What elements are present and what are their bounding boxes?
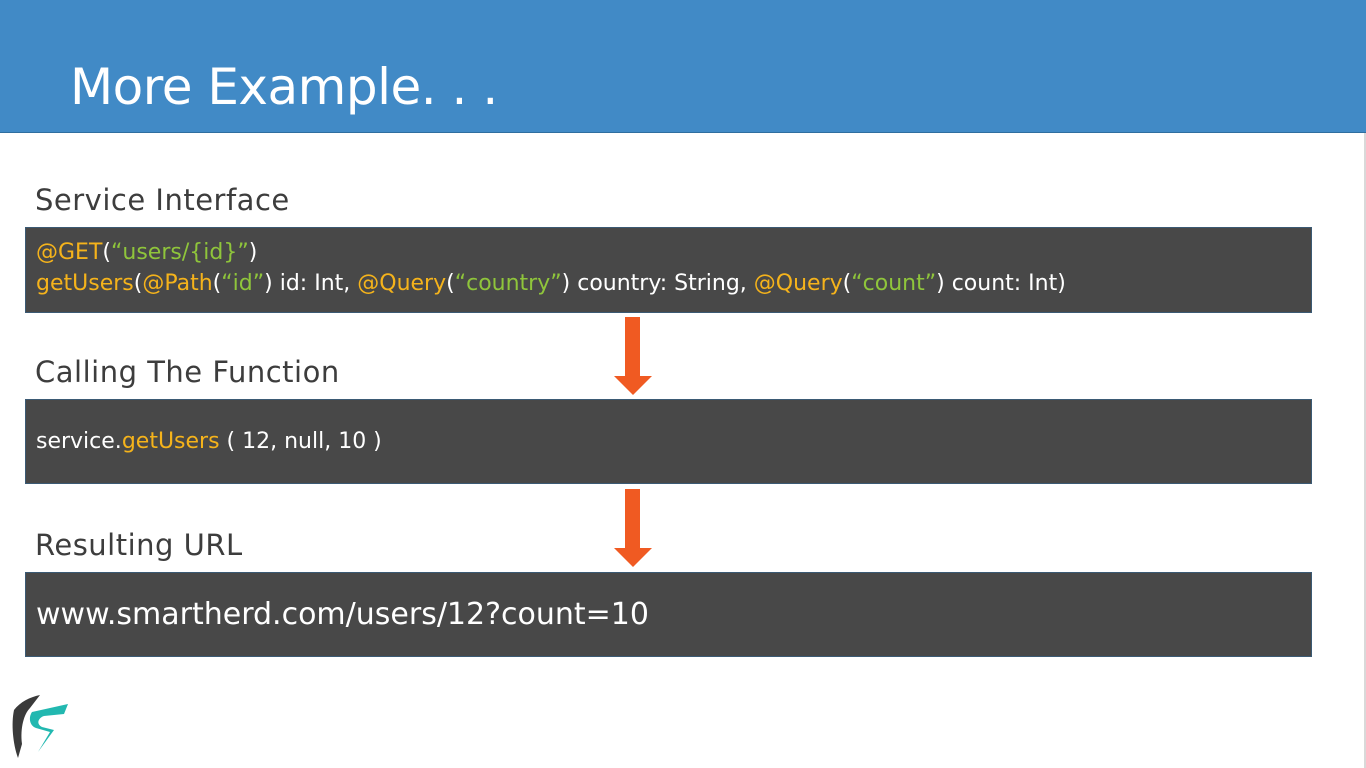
code-annotation-token: @Query [753,271,843,296]
code-string-token: “id” [221,271,265,296]
code-annotation-token: @Path [142,271,213,296]
code-annotation-token: @Query [357,271,447,296]
code-line-get-users-signature: getUsers(@Path(“id”) id: Int, @Query(“co… [36,273,1066,295]
service-interface-heading: Service Interface [35,183,290,217]
code-text-token: ( 12, null, 10 ) [219,429,382,454]
slide: More Example. . . Service Interface @GET… [0,0,1366,768]
arrow-down-icon [613,489,653,568]
slide-header: More Example. . . [0,0,1366,133]
resulting-url-heading: Resulting URL [35,528,243,562]
smartherd-logo-icon [10,694,72,762]
code-text-token: ) count: Int) [936,271,1066,296]
code-line-get-annotation: @GET(“users/{id}”) [36,242,257,264]
resulting-url-text: www.smartherd.com/users/12?count=10 [36,597,649,632]
code-annotation-token: getUsers [121,429,220,454]
code-string-token: “count” [851,271,937,296]
code-text-token: ( [842,271,852,296]
code-string-token: “users/{id}” [110,240,249,265]
code-text-token: service. [36,429,122,454]
slide-title: More Example. . . [70,58,498,116]
code-text-token: ( [446,271,455,296]
calling-function-heading: Calling The Function [35,355,340,389]
resulting-url-box: www.smartherd.com/users/12?count=10 [25,572,1312,657]
arrow-down-icon [613,317,653,396]
code-text-token: ) [248,240,258,265]
code-annotation-token: getUsers [36,271,134,296]
code-line-service-call: service.getUsers ( 12, null, 10 ) [36,431,382,453]
calling-function-code-box: service.getUsers ( 12, null, 10 ) [25,399,1312,484]
service-interface-code-box: @GET(“users/{id}”) getUsers(@Path(“id”) … [25,227,1312,313]
code-annotation-token: @GET [36,240,103,265]
code-text-token: ( [212,271,222,296]
code-text-token: ( [102,240,111,265]
code-text-token: ) id: Int, [264,271,358,296]
code-text-token: ) country: String, [561,271,754,296]
code-string-token: “country” [454,271,562,296]
